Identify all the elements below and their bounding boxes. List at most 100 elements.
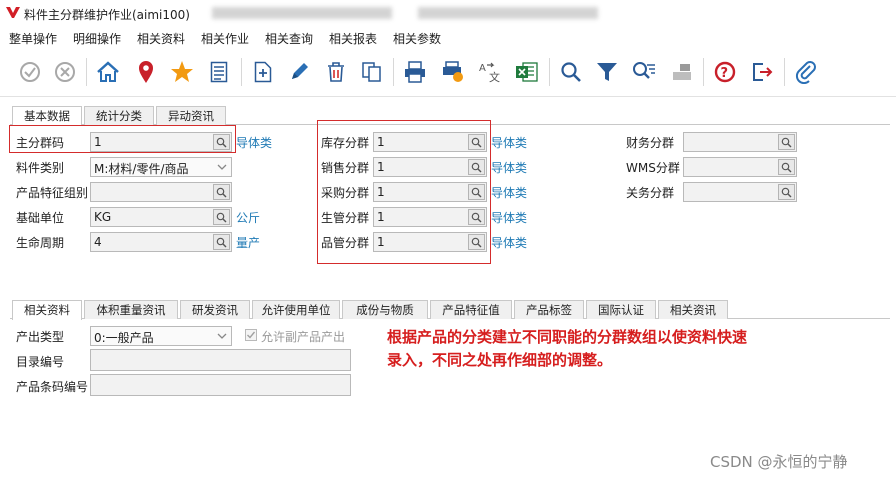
list-button[interactable] bbox=[205, 58, 233, 86]
menu-related-data[interactable]: 相关资料 bbox=[137, 30, 185, 47]
lookup-icon[interactable] bbox=[213, 209, 230, 225]
top-tabs: 基本数据 统计分类 异动资讯 bbox=[12, 106, 232, 126]
life-cycle-field[interactable]: 4 bbox=[90, 232, 232, 252]
translate-button[interactable]: A文 bbox=[476, 58, 504, 86]
sign-button[interactable] bbox=[668, 58, 696, 86]
item-category-select[interactable]: M:材料/零件/商品 bbox=[90, 157, 232, 177]
add-button[interactable] bbox=[249, 58, 277, 86]
feature-group-label: 产品特征组别 bbox=[16, 186, 89, 200]
menu-related-report[interactable]: 相关报表 bbox=[329, 30, 377, 47]
toolbar-separator bbox=[393, 58, 394, 86]
favorite-button[interactable] bbox=[168, 58, 196, 86]
translate-icon: A文 bbox=[479, 62, 500, 83]
location-button[interactable] bbox=[132, 58, 160, 86]
toolbar-separator bbox=[784, 58, 785, 86]
attachment-button[interactable] bbox=[792, 58, 820, 86]
sales-group-desc[interactable]: 导体类 bbox=[491, 159, 527, 176]
base-unit-desc[interactable]: 公斤 bbox=[236, 209, 260, 226]
highlight-main-group bbox=[9, 125, 236, 153]
catalog-no-label: 目录编号 bbox=[16, 355, 65, 369]
customs-group-field[interactable] bbox=[683, 182, 797, 202]
tab-change-info[interactable]: 异动资讯 bbox=[156, 106, 226, 125]
base-unit-field[interactable]: KG bbox=[90, 207, 232, 227]
allow-byproduct-label: 允许副产品产出 bbox=[261, 330, 346, 344]
checkmark-icon bbox=[247, 331, 256, 339]
base-unit-label: 基础单位 bbox=[16, 211, 65, 225]
edit-button[interactable] bbox=[285, 58, 313, 86]
finance-group-label: 财务分群 bbox=[626, 136, 675, 150]
feature-group-field[interactable] bbox=[90, 182, 232, 202]
x-circle-icon bbox=[55, 62, 75, 82]
delete-button[interactable] bbox=[322, 58, 350, 86]
tab-rnd-info[interactable]: 研发资讯 bbox=[180, 300, 250, 319]
check-circle-icon bbox=[20, 62, 40, 82]
tab-certification[interactable]: 国际认证 bbox=[586, 300, 656, 319]
cancel-button[interactable] bbox=[51, 58, 79, 86]
item-category-label: 料件类别 bbox=[16, 161, 65, 175]
title-bar: 料件主分群维护作业(aimi100) bbox=[0, 0, 896, 26]
life-cycle-value: 4 bbox=[94, 235, 102, 249]
menu-batch-ops[interactable]: 整单操作 bbox=[9, 30, 57, 47]
finance-group-field[interactable] bbox=[683, 132, 797, 152]
tab-allowed-units[interactable]: 允许使用单位 bbox=[252, 300, 340, 319]
production-group-desc[interactable]: 导体类 bbox=[491, 209, 527, 226]
purchase-group-desc[interactable]: 导体类 bbox=[491, 184, 527, 201]
life-cycle-label: 生命周期 bbox=[16, 236, 65, 250]
advanced-search-button[interactable] bbox=[630, 58, 658, 86]
list-icon bbox=[210, 61, 228, 83]
tab-stat-category[interactable]: 统计分类 bbox=[84, 106, 154, 125]
tab-volume-weight[interactable]: 体积重量资讯 bbox=[84, 300, 178, 319]
output-type-label: 产出类型 bbox=[16, 330, 65, 344]
search-button[interactable] bbox=[557, 58, 585, 86]
menu-detail-ops[interactable]: 明细操作 bbox=[73, 30, 121, 47]
catalog-no-field[interactable] bbox=[90, 349, 351, 371]
toolbar-separator bbox=[549, 58, 550, 86]
lookup-icon[interactable] bbox=[778, 134, 795, 150]
excel-export-button[interactable] bbox=[513, 58, 541, 86]
tab-product-labels[interactable]: 产品标签 bbox=[514, 300, 584, 319]
life-cycle-desc[interactable]: 量产 bbox=[236, 234, 260, 251]
lookup-icon[interactable] bbox=[778, 159, 795, 175]
svg-text:?: ? bbox=[721, 66, 729, 81]
home-button[interactable] bbox=[94, 58, 122, 86]
lookup-icon[interactable] bbox=[778, 184, 795, 200]
filter-button[interactable] bbox=[593, 58, 621, 86]
lookup-icon[interactable] bbox=[213, 234, 230, 250]
menu-related-query[interactable]: 相关查询 bbox=[265, 30, 313, 47]
print-setup-button[interactable] bbox=[439, 58, 467, 86]
menu-related-params[interactable]: 相关参数 bbox=[393, 30, 441, 47]
wms-group-field[interactable] bbox=[683, 157, 797, 177]
lookup-icon[interactable] bbox=[213, 184, 230, 200]
help-button[interactable]: ? bbox=[711, 58, 739, 86]
obscured-title-info-2 bbox=[418, 7, 598, 19]
menu-related-jobs[interactable]: 相关作业 bbox=[201, 30, 249, 47]
toolbar-separator bbox=[703, 58, 704, 86]
stamp-icon bbox=[673, 64, 691, 80]
tab-related-info[interactable]: 相关资讯 bbox=[658, 300, 728, 319]
confirm-button[interactable] bbox=[16, 58, 44, 86]
magnifier-icon bbox=[561, 62, 581, 82]
tab-related-data[interactable]: 相关资料 bbox=[12, 300, 82, 320]
main-group-code-desc[interactable]: 导体类 bbox=[236, 134, 272, 151]
tab-basic-data[interactable]: 基本数据 bbox=[12, 106, 82, 126]
output-type-value: 0:一般产品 bbox=[94, 331, 154, 345]
output-type-select[interactable]: 0:一般产品 bbox=[90, 326, 232, 346]
print-button[interactable] bbox=[401, 58, 429, 86]
tab-components[interactable]: 成份与物质 bbox=[342, 300, 428, 319]
exit-icon bbox=[753, 63, 773, 81]
copy-button[interactable] bbox=[358, 58, 386, 86]
inventory-group-desc[interactable]: 导体类 bbox=[491, 134, 527, 151]
allow-byproduct-checkbox[interactable] bbox=[245, 329, 257, 341]
watermark: CSDN @永恒的宁静 bbox=[710, 453, 848, 471]
filter-icon bbox=[597, 63, 617, 81]
printer-icon bbox=[405, 61, 425, 83]
exit-button[interactable] bbox=[749, 58, 777, 86]
search-list-icon bbox=[633, 62, 655, 79]
barcode-no-field[interactable] bbox=[90, 374, 351, 396]
svg-text:A: A bbox=[479, 63, 486, 74]
customs-group-label: 关务分群 bbox=[626, 186, 675, 200]
item-category-value: M:材料/零件/商品 bbox=[94, 162, 189, 176]
quality-group-desc[interactable]: 导体类 bbox=[491, 234, 527, 251]
window-title: 料件主分群维护作业(aimi100) bbox=[24, 8, 190, 22]
tab-feature-values[interactable]: 产品特征值 bbox=[430, 300, 512, 319]
